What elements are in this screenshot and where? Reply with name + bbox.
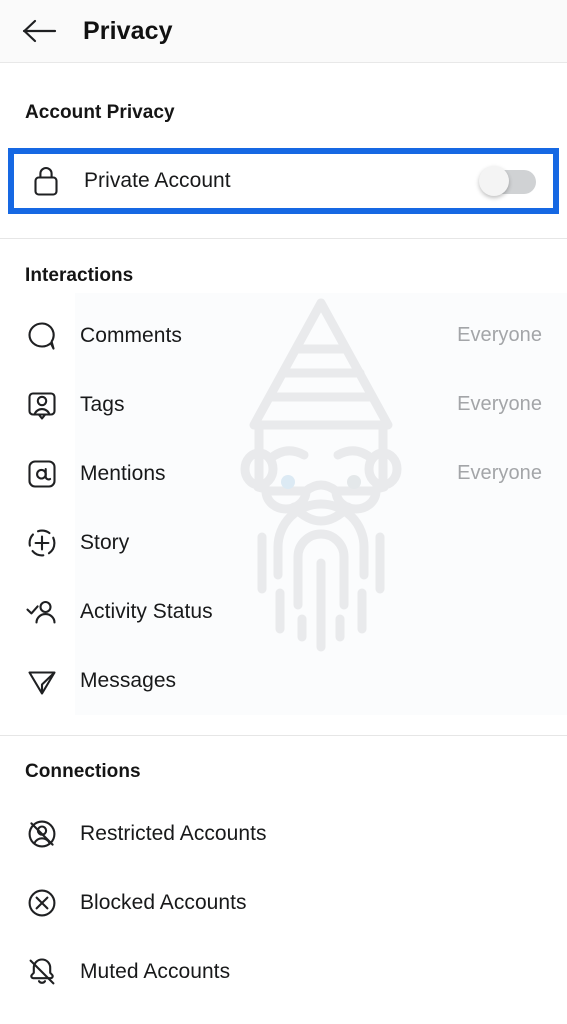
list-item-label: Restricted Accounts xyxy=(80,821,267,845)
list-item-label: Muted Accounts xyxy=(80,959,231,983)
private-account-row[interactable]: Private Account xyxy=(14,154,553,208)
section-heading-account-privacy: Account Privacy xyxy=(25,102,175,123)
muted-account-icon xyxy=(25,956,59,988)
list-item-blocked-accounts[interactable]: Blocked Accounts xyxy=(0,868,567,937)
list-item-messages[interactable]: Messages xyxy=(0,646,567,715)
paper-plane-icon xyxy=(25,665,59,697)
app-header: Privacy xyxy=(0,0,567,63)
list-item-label: Blocked Accounts xyxy=(80,890,247,914)
list-item-label: Comments xyxy=(80,323,182,347)
list-item-label: Messages xyxy=(80,668,177,692)
list-item-label: Activity Status xyxy=(80,599,213,623)
section-heading-connections: Connections xyxy=(25,761,141,782)
toggle-knob xyxy=(479,166,509,196)
lock-icon xyxy=(29,164,63,198)
list-item-comments[interactable]: Comments Everyone xyxy=(0,301,567,370)
list-item-label: Mentions xyxy=(80,461,166,485)
restricted-account-icon xyxy=(25,818,59,850)
back-button[interactable] xyxy=(18,9,62,53)
list-item-value: Everyone xyxy=(457,324,542,346)
story-plus-icon xyxy=(25,527,59,559)
private-account-toggle[interactable] xyxy=(479,166,536,196)
tag-person-icon xyxy=(25,389,59,421)
comment-bubble-icon xyxy=(25,320,59,352)
connections-section: Connections Restricted Accounts Blocked … xyxy=(0,736,567,1006)
page-title: Privacy xyxy=(83,16,173,45)
arrow-left-icon xyxy=(22,18,58,44)
private-account-label: Private Account xyxy=(84,169,231,192)
section-heading-interactions: Interactions xyxy=(25,265,134,286)
list-item-tags[interactable]: Tags Everyone xyxy=(0,370,567,439)
list-item-mentions[interactable]: Mentions Everyone xyxy=(0,439,567,508)
list-item-value: Everyone xyxy=(457,462,542,484)
settings-content: Account Privacy Private Account Interact… xyxy=(0,63,567,1006)
blocked-account-icon xyxy=(25,887,59,919)
list-item-label: Tags xyxy=(80,392,125,416)
list-item-value: Everyone xyxy=(457,393,542,415)
list-item-activity-status[interactable]: Activity Status xyxy=(0,577,567,646)
interactions-section: Interactions Comments Everyone Tags Ever… xyxy=(0,239,567,715)
list-item-muted-accounts[interactable]: Muted Accounts xyxy=(0,937,567,1006)
privacy-settings-screen: Privacy Account Privacy Private Account xyxy=(0,0,567,1024)
activity-status-icon xyxy=(25,596,59,628)
list-item-story[interactable]: Story xyxy=(0,508,567,577)
at-mention-icon xyxy=(25,458,59,490)
private-account-highlight-box: Private Account xyxy=(8,148,559,214)
list-item-restricted-accounts[interactable]: Restricted Accounts xyxy=(0,799,567,868)
list-item-label: Story xyxy=(80,530,130,554)
